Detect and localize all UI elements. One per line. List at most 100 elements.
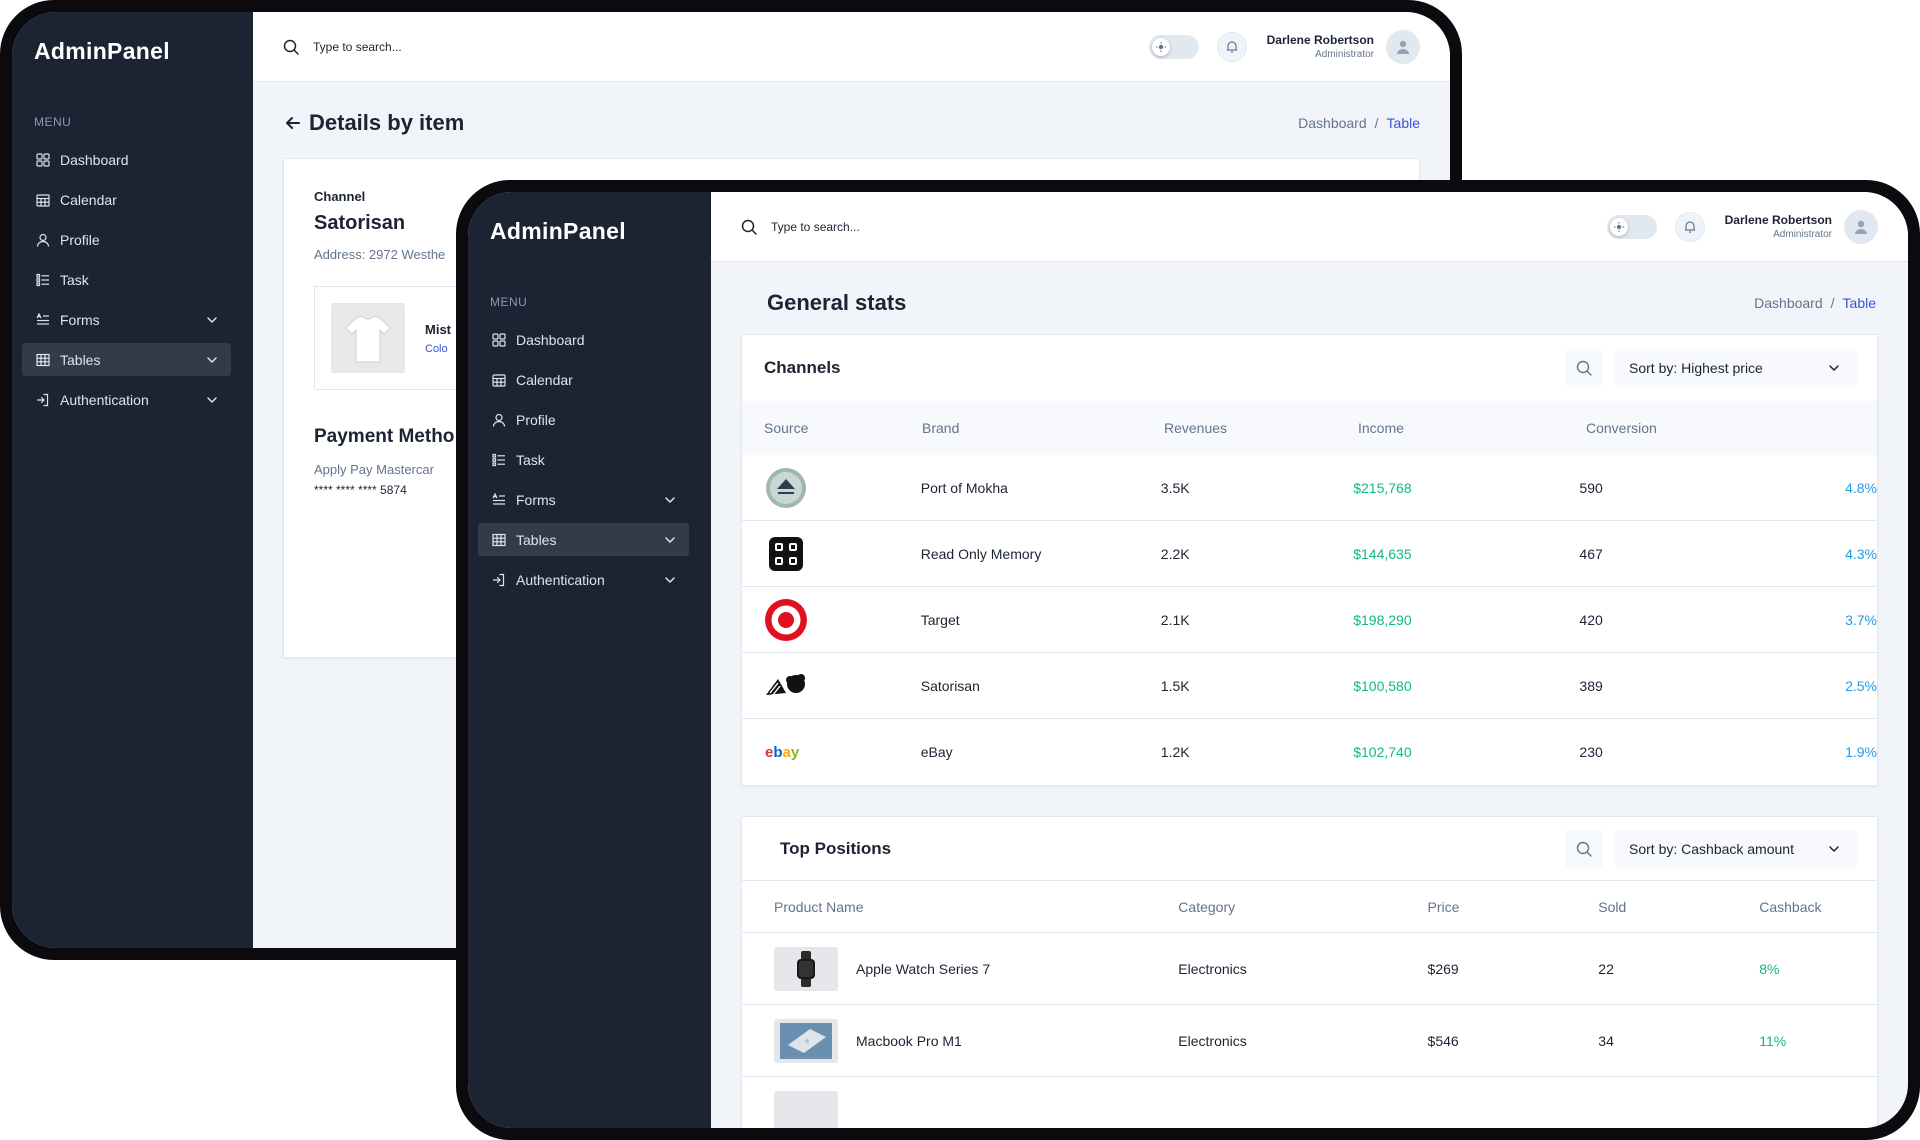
top-positions-sort-select[interactable]: Sort by: Cashback amount [1615,829,1857,868]
cell-product-name: Macbook Pro M1 [856,1032,962,1049]
table-row[interactable]: Apple Watch Series 7 Electronics $269 22 8% [742,933,1877,1005]
cell-price: $546 [1427,1032,1459,1049]
sun-icon [1609,217,1628,236]
breadcrumb-home[interactable]: Dashboard [1298,115,1367,131]
sidebar-item-label: Calendar [516,371,573,388]
search-icon[interactable] [283,39,299,55]
tshirt-thumbnail [331,303,405,373]
sidebar-item-calendar[interactable]: Calendar [22,183,231,216]
page-title: Details by item [283,110,464,136]
chevron-down-icon [1829,845,1839,852]
search-input[interactable] [771,219,1071,234]
channels-search-button[interactable] [1565,349,1603,387]
col-sold[interactable]: Sold [1598,899,1759,915]
chevron-down-icon [1829,365,1839,371]
user-info[interactable]: Darlene Robertson Administrator [1725,213,1832,240]
channels-body: Port of Mokha 3.5K $215,768 590 4.8% Read Onl… [742,455,1877,785]
main-area: Darlene Robertson Administrator General … [711,192,1908,1128]
chevron-down-icon[interactable] [205,313,219,327]
breadcrumb-home[interactable]: Dashboard [1754,295,1823,311]
sidebar-item-forms[interactable]: Forms [22,303,231,336]
chevron-down-icon[interactable] [663,573,677,587]
cell-revenues: 1.5K [1160,677,1190,694]
col-income[interactable]: Income [1358,420,1586,436]
sidebar-item-label: Forms [60,311,100,328]
front-screen: AdminPanel MENU Dashboard Calendar Profile… [468,192,1908,1128]
menu-title: MENU [490,295,528,309]
cell-conversion-rate: 1.9% [1845,744,1877,760]
chevron-down-icon[interactable] [205,393,219,407]
product-thumbnail [774,1091,838,1128]
chevron-down-icon[interactable] [205,353,219,367]
cell-conversion-rate: 3.7% [1845,611,1877,628]
breadcrumb: Dashboard / Table [1298,115,1420,131]
table-row[interactable]: Port of Mokha 3.5K $215,768 590 4.8% [742,455,1877,521]
sidebar-item-authentication[interactable]: Authentication [478,563,689,596]
table-row[interactable]: ebay eBay 1.2K $102,740 230 1.9% [742,719,1877,785]
sidebar-item-calendar[interactable]: Calendar [478,363,689,396]
breadcrumb: Dashboard / Table [1754,295,1876,311]
user-avatar-icon [1855,220,1867,234]
cell-brand: eBay [920,744,953,760]
table-row-partial[interactable] [742,1077,1877,1128]
top-positions-body: Apple Watch Series 7 Electronics $269 22 8% M… [742,933,1877,1077]
table-row[interactable]: Read Only Memory 2.2K $144,635 467 4.3% [742,521,1877,587]
sidebar-item-task[interactable]: Task [22,263,231,296]
col-revenues[interactable]: Revenues [1164,420,1358,436]
sidebar-item-dashboard[interactable]: Dashboard [22,143,231,176]
cell-price: $269 [1427,960,1459,977]
table-row[interactable]: Macbook Pro M1 Electronics $546 34 11% [742,1005,1877,1077]
sidebar-item-dashboard[interactable]: Dashboard [478,323,689,356]
sidebar-item-label: Authentication [60,391,149,408]
sidebar-item-label: Calendar [60,191,117,208]
page-header: Details by item Dashboard / Table [283,110,1420,136]
sidebar-nav: Dashboard Calendar Profile Task Forms Tables A… [478,323,689,596]
search-icon [1576,841,1592,857]
avatar[interactable] [1844,209,1878,244]
search-bar [283,39,1149,55]
calendar-icon [34,191,52,209]
col-cashback[interactable]: Cashback [1759,899,1877,915]
chevron-down-icon[interactable] [663,493,677,507]
sidebar-item-task[interactable]: Task [478,443,689,476]
notification-bell-icon[interactable] [1216,31,1247,62]
sidebar-item-label: Dashboard [60,151,129,168]
col-brand[interactable]: Brand [922,420,1164,436]
cell-income: $215,768 [1353,479,1412,496]
col-source[interactable]: Source [764,420,922,436]
user-info[interactable]: Darlene Robertson Administrator [1267,33,1374,60]
search-input[interactable] [313,39,613,54]
brand-logo[interactable]: AdminPanel [34,38,231,65]
brand-logo[interactable]: AdminPanel [490,218,689,245]
sidebar-item-profile[interactable]: Profile [478,403,689,436]
breadcrumb-current: Table [1386,115,1420,131]
sidebar-item-profile[interactable]: Profile [22,223,231,256]
dark-mode-toggle[interactable] [1148,34,1199,59]
cell-revenues: 1.2K [1160,744,1190,760]
sidebar-item-tables[interactable]: Tables [22,343,231,376]
user-icon [490,411,508,429]
apple-watch-thumb [774,946,838,991]
channels-column-header: Source Brand Revenues Income Conversion [742,401,1877,455]
sidebar: AdminPanel MENU Dashboard Calendar Profile… [12,12,253,948]
table-row[interactable]: Satorisan 1.5K $100,580 389 2.5% [742,653,1877,719]
arrow-left-icon[interactable] [283,113,303,133]
col-price[interactable]: Price [1428,899,1599,915]
sidebar-item-tables[interactable]: Tables [478,523,689,556]
col-conversion[interactable]: Conversion [1586,420,1786,436]
top-positions-header: Top Positions Sort by: Cashback amount [742,817,1877,881]
search-icon[interactable] [741,219,757,235]
sidebar-item-authentication[interactable]: Authentication [22,383,231,416]
chevron-down-icon[interactable] [663,533,677,547]
dark-mode-toggle[interactable] [1606,214,1657,239]
channels-sort-select[interactable]: Sort by: Highest price [1615,349,1857,387]
top-positions-search-button[interactable] [1565,829,1603,868]
user-name: Darlene Robertson [1266,33,1374,47]
col-category[interactable]: Category [1178,899,1427,915]
sidebar-item-forms[interactable]: Forms [478,483,689,516]
notification-bell-icon[interactable] [1674,211,1705,242]
cell-conversion: 467 [1579,545,1603,562]
avatar[interactable] [1386,29,1420,64]
col-product-name[interactable]: Product Name [774,899,1178,915]
table-row[interactable]: Target 2.1K $198,290 420 3.7% [742,587,1877,653]
